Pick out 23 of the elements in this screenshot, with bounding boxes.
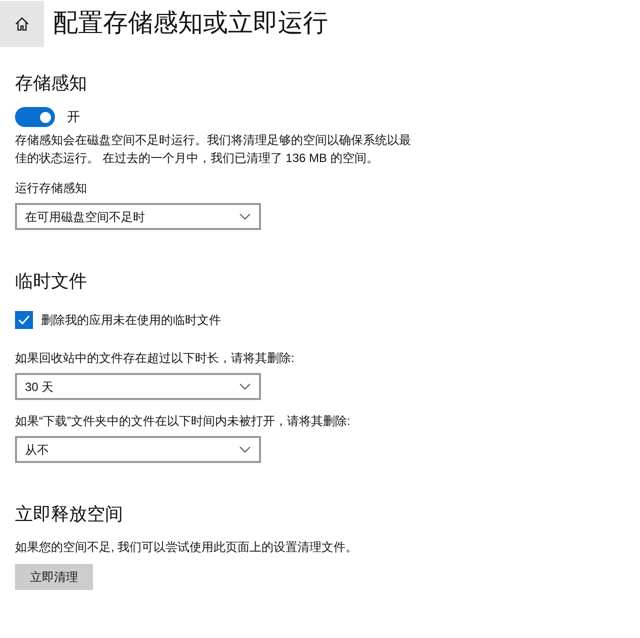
toggle-label: 开 (67, 108, 80, 126)
chevron-down-icon (239, 213, 251, 220)
dropdown-label: 运行存储感知 (15, 180, 88, 197)
page-title: 配置存储感知或立即运行 (53, 8, 328, 40)
section-heading: 存储感知 (15, 72, 88, 95)
section-heading: 临时文件 (15, 270, 88, 293)
toggle-switch[interactable] (15, 107, 55, 127)
checkbox-label: 删除我的应用未在使用的临时文件 (41, 312, 221, 329)
chevron-down-icon (239, 446, 251, 453)
description-text: 如果您的空间不足, 我们可以尝试使用此页面上的设置清理文件。 (15, 539, 359, 556)
home-button[interactable] (0, 1, 44, 47)
section-heading: 立即释放空间 (15, 503, 124, 526)
home-icon (14, 16, 30, 32)
dropdown-label: 如果“下载”文件夹中的文件在以下时间内未被打开，请将其删除: (15, 413, 352, 430)
dropdown[interactable]: 从不 (15, 436, 261, 463)
chevron-down-icon (239, 383, 251, 390)
dropdown[interactable]: 30 天 (15, 373, 261, 400)
checkmark-icon (17, 313, 31, 327)
checkbox[interactable] (15, 311, 33, 329)
clean-now-button[interactable]: 立即清理 (15, 564, 93, 590)
dropdown[interactable]: 在可用磁盘空间不足时 (15, 203, 261, 230)
description-text: 存储感知会在磁盘空间不足时运行。我们将清理足够的空间以确保系统以最佳的状态运行。 在过去的一个月中，我们已清理了 136 MB 的空间。 (15, 132, 411, 167)
dropdown-label: 如果回收站中的文件存在超过以下时长，请将其删除: (15, 350, 296, 367)
